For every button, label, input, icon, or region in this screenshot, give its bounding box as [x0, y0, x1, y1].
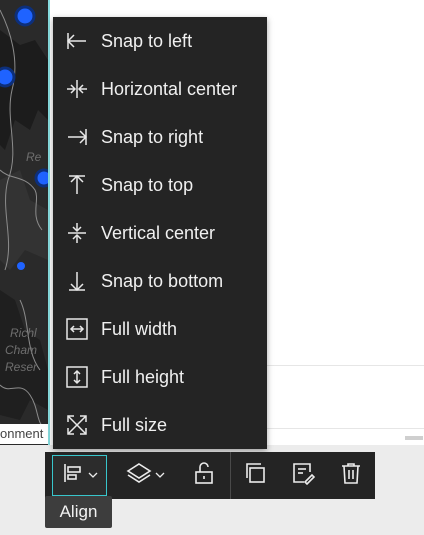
menu-item-vertical-center[interactable]: Vertical center — [53, 209, 267, 257]
menu-item-label: Horizontal center — [101, 78, 238, 99]
menu-item-full-height[interactable]: Full height — [53, 353, 267, 401]
delete-button[interactable] — [331, 455, 371, 496]
layers-button[interactable] — [119, 455, 171, 496]
menu-item-full-size[interactable]: Full size — [53, 401, 267, 449]
align-left-icon — [61, 461, 85, 490]
duplicate-button[interactable] — [235, 455, 275, 496]
horizontal-center-icon — [65, 77, 89, 101]
menu-item-label: Full width — [101, 318, 178, 339]
menu-item-snap-to-bottom[interactable]: Snap to bottom — [53, 257, 267, 305]
layers-icon — [126, 461, 152, 490]
menu-item-label: Snap to right — [101, 126, 204, 147]
full-height-icon — [65, 365, 89, 389]
map-point[interactable] — [34, 168, 48, 188]
map-view[interactable]: Re Richl Cham Reser — [0, 0, 48, 445]
divider — [267, 365, 424, 366]
map-point[interactable] — [0, 66, 16, 88]
align-tooltip: Align — [45, 496, 112, 528]
menu-item-snap-to-top[interactable]: Snap to top — [53, 161, 267, 209]
edit-form-icon — [291, 461, 316, 490]
align-menu: Snap to left Horizontal center Snap to r… — [53, 17, 267, 449]
divider — [267, 428, 424, 429]
menu-item-label: Snap to left — [101, 30, 193, 51]
map-point[interactable] — [17, 262, 25, 270]
scrollbar[interactable] — [405, 436, 423, 440]
snap-top-icon — [65, 173, 89, 197]
widget-toolbar — [45, 452, 375, 499]
map-point[interactable] — [14, 5, 36, 27]
toolbar-divider — [230, 452, 231, 499]
lock-button[interactable] — [183, 455, 225, 496]
map-label: Richl — [10, 326, 37, 340]
edit-button[interactable] — [283, 455, 323, 496]
map-label: Re — [26, 150, 42, 164]
menu-item-label: Vertical center — [101, 222, 216, 243]
map-label: Reser — [5, 360, 38, 374]
vertical-center-icon — [65, 221, 89, 245]
chevron-down-icon — [155, 467, 165, 485]
snap-bottom-icon — [65, 269, 89, 293]
menu-item-snap-to-left[interactable]: Snap to left — [53, 17, 267, 65]
map-label: Cham — [5, 343, 38, 357]
snap-left-icon — [65, 29, 89, 53]
menu-item-label: Snap to top — [101, 174, 194, 195]
copy-icon — [243, 461, 267, 490]
unlock-icon — [193, 461, 215, 490]
menu-item-snap-to-right[interactable]: Snap to right — [53, 113, 267, 161]
menu-item-horizontal-center[interactable]: Horizontal center — [53, 65, 267, 113]
menu-item-label: Full size — [101, 414, 168, 435]
menu-item-full-width[interactable]: Full width — [53, 305, 267, 353]
full-size-icon — [65, 413, 89, 437]
menu-item-label: Snap to bottom — [101, 270, 224, 291]
chevron-down-icon — [88, 467, 98, 485]
menu-item-label: Full height — [101, 366, 185, 387]
align-button[interactable] — [52, 455, 107, 496]
trash-icon — [339, 461, 363, 490]
map-canvas — [0, 0, 48, 445]
snap-right-icon — [65, 125, 89, 149]
full-width-icon — [65, 317, 89, 341]
